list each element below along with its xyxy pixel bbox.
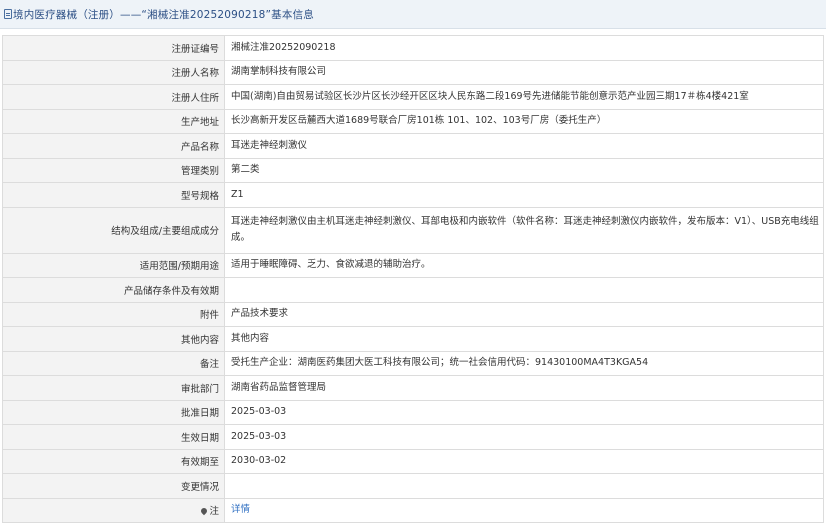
row-label: 产品名称 xyxy=(2,133,225,159)
table-row: 批准日期 2025-03-03 xyxy=(2,399,824,425)
row-label: 管理类别 xyxy=(2,157,225,183)
row-label: 备注 xyxy=(2,350,225,376)
row-value: 产品技术要求 xyxy=(224,301,824,327)
table-row: 其他内容 其他内容 xyxy=(2,326,824,352)
row-value: 2025-03-03 xyxy=(224,424,824,450)
table-row: 变更情况 xyxy=(2,473,824,499)
table-row: 注册人名称 湖南掌制科技有限公司 xyxy=(2,59,824,85)
row-value: 湖南掌制科技有限公司 xyxy=(224,59,824,85)
table-row: 产品名称 耳迷走神经刺激仪 xyxy=(2,133,824,159)
row-value: 受托生产企业：湖南医药集团大医工科技有限公司；统一社会信用代码：91430100… xyxy=(224,350,824,376)
row-label: 有效期至 xyxy=(2,448,225,474)
note-label: 注 xyxy=(2,497,225,523)
page-header: 境内医疗器械（注册）——“湘械注准20252090218”基本信息 xyxy=(0,0,826,29)
row-value: 中国(湖南)自由贸易试验区长沙片区长沙经开区区块人民东路二段169号先进储能节能… xyxy=(224,84,824,110)
row-value: 耳迷走神经刺激仪 xyxy=(224,133,824,159)
row-label: 批准日期 xyxy=(2,399,225,425)
table-row: 结构及组成/主要组成成分 耳迷走神经刺激仪由主机耳迷走神经刺激仪、耳部电极和内嵌… xyxy=(2,206,824,254)
row-value: Z1 xyxy=(224,182,824,208)
row-value xyxy=(224,277,824,303)
row-value: 2030-03-02 xyxy=(224,448,824,474)
row-value: 第二类 xyxy=(224,157,824,183)
table-row: 适用范围/预期用途 适用于睡眠障碍、乏力、食欲减退的辅助治疗。 xyxy=(2,252,824,278)
table-row: 生效日期 2025-03-03 xyxy=(2,424,824,450)
row-value: 其他内容 xyxy=(224,326,824,352)
row-label: 产品储存条件及有效期 xyxy=(2,277,225,303)
table-row: 有效期至 2030-03-02 xyxy=(2,448,824,474)
table-row: 注册人住所 中国(湖南)自由贸易试验区长沙片区长沙经开区区块人民东路二段169号… xyxy=(2,84,824,110)
table-row: 附件 产品技术要求 xyxy=(2,301,824,327)
row-label: 审批部门 xyxy=(2,375,225,401)
row-label: 型号规格 xyxy=(2,182,225,208)
row-value: 耳迷走神经刺激仪由主机耳迷走神经刺激仪、耳部电极和内嵌软件（软件名称：耳迷走神经… xyxy=(224,206,824,254)
note-value: 详情 xyxy=(224,497,824,523)
row-label: 注册人名称 xyxy=(2,59,225,85)
row-value: 湖南省药品监督管理局 xyxy=(224,375,824,401)
note-label-text: 注 xyxy=(209,506,219,518)
row-label: 生产地址 xyxy=(2,108,225,134)
table-row: 注册证编号 湘械注准20252090218 xyxy=(2,35,824,61)
info-table: 注册证编号 湘械注准20252090218 注册人名称 湖南掌制科技有限公司 注… xyxy=(2,35,824,523)
table-row: 产品储存条件及有效期 xyxy=(2,277,824,303)
row-value: 2025-03-03 xyxy=(224,399,824,425)
row-label: 生效日期 xyxy=(2,424,225,450)
pin-icon xyxy=(200,507,209,516)
details-link[interactable]: 详情 xyxy=(231,504,250,515)
table-row: 备注 受托生产企业：湖南医药集团大医工科技有限公司；统一社会信用代码：91430… xyxy=(2,350,824,376)
row-label: 注册证编号 xyxy=(2,35,225,61)
row-label: 其他内容 xyxy=(2,326,225,352)
row-label: 结构及组成/主要组成成分 xyxy=(2,206,225,254)
row-label: 附件 xyxy=(2,301,225,327)
page-title: 境内医疗器械（注册）——“湘械注准20252090218”基本信息 xyxy=(13,8,314,21)
row-value: 长沙高新开发区岳麓西大道1689号联合厂房101栋 101、102、103号厂房… xyxy=(224,108,824,134)
row-value xyxy=(224,473,824,499)
table-row: 生产地址 长沙高新开发区岳麓西大道1689号联合厂房101栋 101、102、1… xyxy=(2,108,824,134)
row-value: 湘械注准20252090218 xyxy=(224,35,824,61)
table-row: 管理类别 第二类 xyxy=(2,157,824,183)
row-label: 适用范围/预期用途 xyxy=(2,252,225,278)
table-row: 型号规格 Z1 xyxy=(2,182,824,208)
row-label: 注册人住所 xyxy=(2,84,225,110)
table-row: 审批部门 湖南省药品监督管理局 xyxy=(2,375,824,401)
document-icon xyxy=(4,9,12,19)
note-row: 注 详情 xyxy=(2,497,824,523)
row-label: 变更情况 xyxy=(2,473,225,499)
row-value: 适用于睡眠障碍、乏力、食欲减退的辅助治疗。 xyxy=(224,252,824,278)
